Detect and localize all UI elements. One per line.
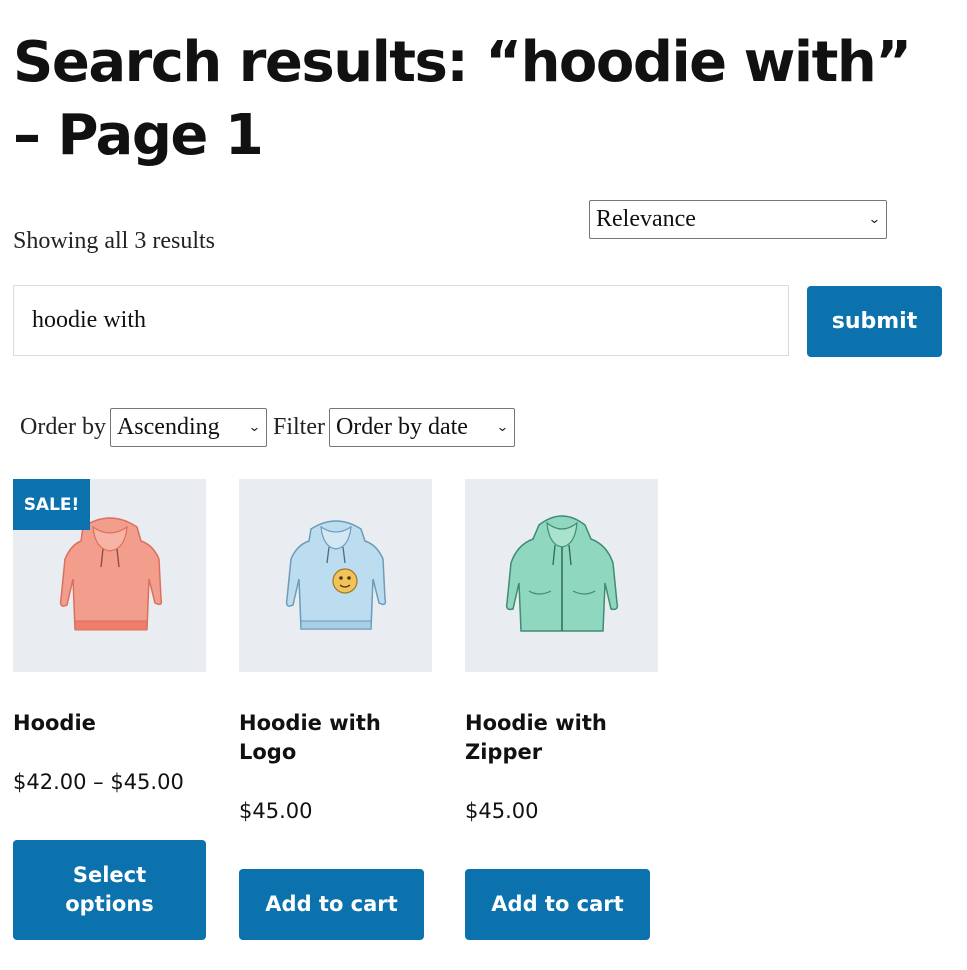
green-zip-hoodie-icon <box>505 515 619 632</box>
filter-label: Filter <box>272 413 325 440</box>
search-input[interactable]: hoodie with <box>13 285 789 356</box>
blue-logo-hoodie-icon <box>285 520 387 630</box>
order-select[interactable]: Ascending ⌄ <box>109 407 267 447</box>
filter-select-value: Order by date <box>335 413 468 440</box>
submit-button[interactable]: submit <box>807 286 942 357</box>
product-price: $42.00 – $45.00 <box>13 770 184 794</box>
order-by-label: Order by <box>20 413 106 440</box>
order-select-value: Ascending <box>116 413 220 440</box>
product-title[interactable]: Hoodie with Zipper <box>465 709 658 767</box>
sale-badge: SALE! <box>13 479 90 530</box>
chevron-down-icon: ⌄ <box>495 419 510 435</box>
chevron-down-icon: ⌄ <box>868 212 882 227</box>
product-card: Hoodie with Zipper $45.00 Add to cart <box>465 479 658 940</box>
product-image[interactable] <box>465 479 658 672</box>
product-price: $45.00 <box>465 799 539 823</box>
add-to-cart-button[interactable]: Add to cart <box>239 869 424 940</box>
product-image[interactable] <box>239 479 432 672</box>
filter-row: Order by Ascending ⌄ Filter Order by dat… <box>20 407 521 447</box>
product-image[interactable]: SALE! <box>13 479 206 672</box>
select-options-button[interactable]: Select options <box>13 840 206 940</box>
sort-select-value: Relevance <box>596 206 696 232</box>
add-to-cart-button[interactable]: Add to cart <box>465 869 650 940</box>
product-card: SALE! Hoodie $42.00 – $45.00 Select opti… <box>13 479 206 940</box>
search-input-value: hoodie with <box>32 307 146 333</box>
sort-select[interactable]: Relevance ⌄ <box>589 200 887 239</box>
result-count: Showing all 3 results <box>13 228 215 254</box>
page-title: Search results: “hoodie with” – Page 1 <box>13 30 912 168</box>
product-title[interactable]: Hoodie <box>13 709 206 738</box>
product-card: Hoodie with Logo $45.00 Add to cart <box>239 479 432 940</box>
product-title[interactable]: Hoodie with Logo <box>239 709 432 767</box>
filter-select[interactable]: Order by date ⌄ <box>328 407 515 447</box>
chevron-down-icon: ⌄ <box>247 419 262 435</box>
product-price: $45.00 <box>239 799 313 823</box>
